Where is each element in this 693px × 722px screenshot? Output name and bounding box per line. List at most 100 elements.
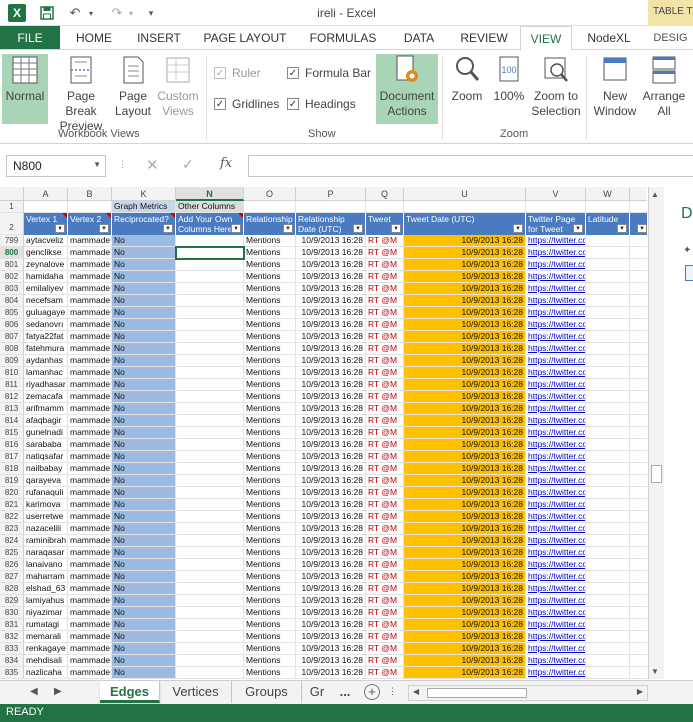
group-header-cell[interactable] [526,201,586,213]
cell-longitude[interactable] [630,367,647,379]
cell-twitter-link[interactable]: https://twitter.com/#!/zeynalo [526,259,586,271]
cell-latitude[interactable] [586,403,630,415]
cell-tweet[interactable]: RT @M [366,655,404,667]
cell-vertex-2[interactable]: mammade [68,547,112,559]
cell-tweet[interactable]: RT @M [366,511,404,523]
column-header-k[interactable]: K [112,187,176,201]
tab-design[interactable]: DESIG [648,26,693,50]
cell-relationship-date[interactable]: 10/9/2013 16:28 [296,235,366,247]
cell-vertex-2[interactable]: mammade [68,391,112,403]
cell-twitter-link[interactable]: https://twitter.com/#!/lamanh [526,367,586,379]
cell-reciprocated[interactable]: No [112,403,176,415]
tab-page-layout[interactable]: PAGE LAYOUT [196,26,294,50]
filter-dropdown-icon[interactable]: ▼ [231,224,241,233]
cell-reciprocated[interactable]: No [112,463,176,475]
cell-reciprocated[interactable]: No [112,379,176,391]
cell-vertex-1[interactable]: riyadhasar [24,379,68,391]
cell-vertex-2[interactable]: mammade [68,319,112,331]
cell-longitude[interactable] [630,271,647,283]
row-header[interactable]: 833 [0,643,24,655]
cell-longitude[interactable] [630,559,647,571]
cell-tweet-date[interactable]: 10/9/2013 16:28 [404,559,526,571]
cell-longitude[interactable] [630,343,647,355]
cell-tweet[interactable]: RT @M [366,355,404,367]
cell-relationship-date[interactable]: 10/9/2013 16:28 [296,451,366,463]
cell-tweet[interactable]: RT @M [366,607,404,619]
cell-tweet[interactable]: RT @M [366,595,404,607]
cell-tweet[interactable]: RT @M [366,331,404,343]
row-header[interactable]: 829 [0,595,24,607]
row-header[interactable]: 807 [0,331,24,343]
cell-reciprocated[interactable]: No [112,547,176,559]
cell-vertex-1[interactable]: niyazimar [24,607,68,619]
row-header[interactable]: 835 [0,667,24,679]
cell-longitude[interactable] [630,487,647,499]
cell-vertex-2[interactable]: mammade [68,379,112,391]
row-header[interactable]: 817 [0,451,24,463]
row-header[interactable]: 808 [0,343,24,355]
group-header-other-columns[interactable]: Other Columns [176,201,244,213]
cell-reciprocated[interactable]: No [112,235,176,247]
cell-vertex-1[interactable]: nailbabay [24,463,68,475]
cell-custom[interactable] [176,403,244,415]
cell-reciprocated[interactable]: No [112,295,176,307]
cell-reciprocated[interactable]: No [112,271,176,283]
cell-latitude[interactable] [586,235,630,247]
row-header[interactable]: 822 [0,511,24,523]
cell-custom[interactable] [176,631,244,643]
cell-vertex-2[interactable]: mammade [68,535,112,547]
cell-twitter-link[interactable]: https://twitter.com/#!/zemac [526,391,586,403]
cell-tweet-date[interactable]: 10/9/2013 16:28 [404,283,526,295]
formula-bar-checkbox[interactable]: ✓ Formula Bar [287,66,371,80]
cell-vertex-2[interactable]: mammade [68,631,112,643]
filter-dropdown-icon[interactable]: ▼ [391,224,401,233]
cell-twitter-link[interactable]: https://twitter.com/#!/afaqba [526,415,586,427]
row-header[interactable]: 823 [0,523,24,535]
cell-custom[interactable] [176,523,244,535]
cell-latitude[interactable] [586,343,630,355]
cell-vertex-1[interactable]: aytacveliz [24,235,68,247]
column-header-b[interactable]: B [68,187,112,201]
cell-custom[interactable] [176,355,244,367]
row-header[interactable]: 828 [0,583,24,595]
cell-reciprocated[interactable]: No [112,487,176,499]
cell-reciprocated[interactable]: No [112,523,176,535]
filter-dropdown-icon[interactable]: ▼ [163,224,173,233]
cell-longitude[interactable] [630,631,647,643]
cell-vertex-1[interactable]: qarayeva [24,475,68,487]
cell-vertex-2[interactable]: mammade [68,511,112,523]
cell-custom[interactable] [176,487,244,499]
custom-views-button[interactable]: Custom Views [154,54,202,124]
cell-longitude[interactable] [630,307,647,319]
cell-longitude[interactable] [630,379,647,391]
cell-custom[interactable] [176,607,244,619]
cell-reciprocated[interactable]: No [112,451,176,463]
cell-relationship[interactable]: Mentions [244,355,296,367]
cell-latitude[interactable] [586,535,630,547]
filter-dropdown-icon[interactable]: ▼ [283,224,293,233]
table-header-n[interactable]: Add Your Own Columns Here ▼ [176,213,244,235]
cell-tweet[interactable]: RT @M [366,259,404,271]
row-header[interactable]: 813 [0,403,24,415]
cell-twitter-link[interactable]: https://twitter.com/#!/fatya2 [526,331,586,343]
cell-relationship-date[interactable]: 10/9/2013 16:28 [296,475,366,487]
cell-reciprocated[interactable]: No [112,559,176,571]
cell-relationship[interactable]: Mentions [244,523,296,535]
group-header-cell[interactable] [630,201,647,213]
cell-vertex-2[interactable]: mammade [68,619,112,631]
row-header[interactable]: 1 [0,201,24,213]
table-header-a[interactable]: Vertex 1 ▼ [24,213,68,235]
cell-relationship-date[interactable]: 10/9/2013 16:28 [296,535,366,547]
cell-longitude[interactable] [630,511,647,523]
cell-relationship[interactable]: Mentions [244,415,296,427]
cell-twitter-link[interactable]: https://twitter.com/#!/aytacv [526,235,586,247]
cell-relationship[interactable]: Mentions [244,475,296,487]
cell-longitude[interactable] [630,463,647,475]
cell-tweet-date[interactable]: 10/9/2013 16:28 [404,487,526,499]
row-header[interactable]: 800 [0,247,24,259]
cell-tweet-date[interactable]: 10/9/2013 16:28 [404,451,526,463]
cell-tweet[interactable]: RT @M [366,379,404,391]
headings-checkbox[interactable]: ✓ Headings [287,97,356,111]
cell-tweet-date[interactable]: 10/9/2013 16:28 [404,427,526,439]
cell-latitude[interactable] [586,295,630,307]
